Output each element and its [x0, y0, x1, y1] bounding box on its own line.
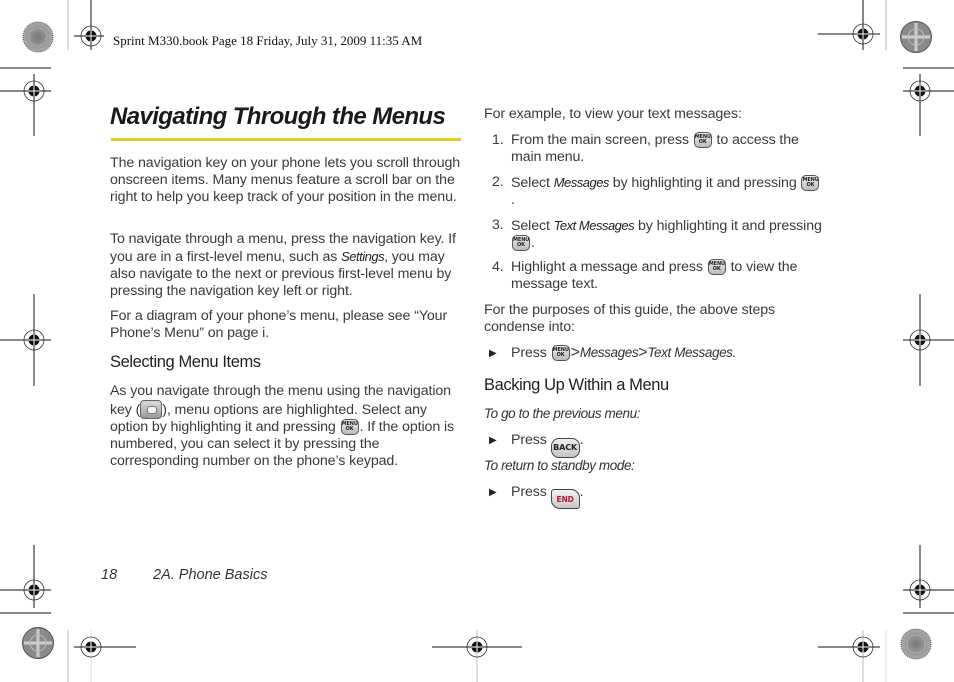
cross-target-bottom-left [22, 627, 54, 659]
print-slug: Sprint M330.book Page 18 Friday, July 31… [113, 33, 423, 48]
menu-ok-key-icon: MENU OK [707, 259, 726, 275]
backing-up-heading: Backing Up Within a Menu [484, 376, 669, 394]
star-target-bottom-right [900, 628, 932, 660]
menu-ok-key-icon: MENU OK [801, 175, 820, 191]
registration-mark-top-right-1 [818, 0, 880, 50]
menu-ok-key-icon: MENU OK [551, 345, 570, 361]
settings-menu-name: Settings [341, 249, 385, 264]
text-messages-menu-name: Text Messages [553, 218, 635, 233]
registration-mark-bottom-center [432, 630, 522, 682]
bullet-arrow-icon: ▶ [489, 435, 497, 446]
registration-mark-left-middle [0, 294, 51, 386]
back-instruction: ▶ Press BACK. [489, 432, 584, 458]
shortcut-path: ▶ Press MENU OK >Messages>Text Messages. [489, 344, 736, 361]
star-target-top-left [22, 21, 54, 53]
messages-menu-name: Messages [553, 175, 610, 190]
end-instruction: ▶ Press END. [489, 484, 584, 509]
page-number: 18 [101, 567, 118, 583]
cross-target-top-right [900, 21, 932, 53]
intro-paragraph: The navigation key on your phone lets yo… [110, 155, 461, 205]
registration-mark-bottom-right-1 [903, 545, 954, 614]
menu-ok-key-icon: MENU OK [340, 419, 359, 435]
previous-menu-label: To go to the previous menu: [484, 406, 641, 421]
end-key-icon: END [550, 489, 580, 509]
navigate-paragraph: To navigate through a menu, press the na… [110, 231, 456, 299]
section-name: 2A. Phone Basics [153, 567, 268, 583]
registration-mark-bottom-left-1 [0, 545, 51, 614]
navigation-key-icon [140, 400, 163, 419]
step-4: 4. Highlight a message and press MENU OK … [492, 259, 798, 292]
selecting-paragraph: As you navigate through the menu using t… [110, 383, 454, 469]
registration-mark-bottom-right-2 [818, 636, 880, 658]
step-1: 1. From the main screen, press MENU OK to… [492, 132, 799, 165]
registration-mark-bottom-left-2 [74, 636, 136, 658]
step-2: 2. Select Messages by highlighting it an… [492, 174, 820, 208]
condense-paragraph: For the purposes of this guide, the abov… [484, 302, 776, 335]
page-title: Navigating Through the Menus [110, 103, 446, 130]
back-key-icon: BACK [550, 438, 580, 458]
registration-mark-top-right-2 [903, 67, 954, 136]
registration-mark-right-middle [903, 294, 954, 386]
step-3: 3. Select Text Messages by highlighting … [492, 217, 822, 251]
registration-mark-top-left-1 [74, 0, 104, 50]
standby-mode-label: To return to standby mode: [484, 458, 635, 473]
title-underline [111, 138, 461, 141]
example-intro: For example, to view your text messages: [484, 106, 742, 122]
diagram-paragraph: For a diagram of your phone’s menu, plea… [110, 308, 448, 341]
registration-mark-top-left-2 [0, 67, 51, 136]
bullet-arrow-icon: ▶ [489, 487, 497, 498]
bullet-arrow-icon: ▶ [489, 348, 497, 359]
selecting-menu-items-heading: Selecting Menu Items [110, 353, 261, 371]
menu-ok-key-icon: MENU OK [512, 235, 530, 251]
menu-ok-key-icon: MENU OK [693, 132, 712, 148]
